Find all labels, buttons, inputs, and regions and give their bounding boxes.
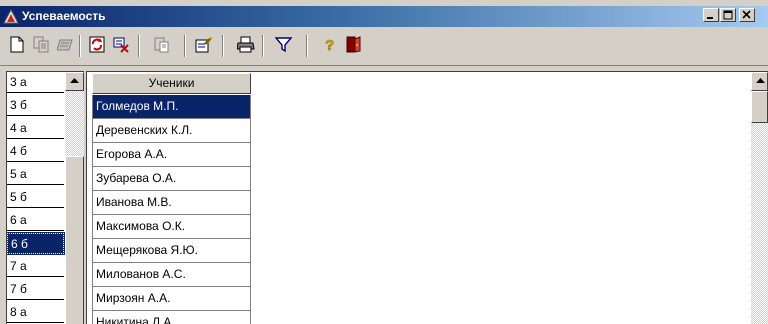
grid-scrollbar[interactable] [751,72,768,324]
toolbar-separator [222,35,224,57]
class-list-item[interactable]: 3 б [7,95,64,116]
filter-icon [275,37,293,53]
class-list-item[interactable]: 8 а [7,302,64,323]
student-row[interactable]: Деревенских К.Л. [92,119,251,143]
student-row[interactable]: Зубарева О.А. [92,167,251,191]
delete-record-icon [113,37,129,53]
student-row[interactable]: Максимова О.К. [92,215,251,239]
exit-door-icon [346,36,361,53]
close-button[interactable] [739,8,755,22]
class-list-item[interactable]: 3 а [7,72,64,93]
toolbar-separator [138,35,140,57]
student-row[interactable]: Иванова М.В. [92,191,251,215]
arrow-up-icon [70,78,79,83]
toolbar-separator [79,35,81,57]
column-header-students[interactable]: Ученики [92,73,251,94]
grid-scroll-up-button[interactable] [751,72,768,91]
grid-scroll-thumb[interactable] [751,91,768,123]
toolbar: ? [0,27,768,66]
class-list-item[interactable]: 7 а [7,256,64,277]
class-list-item[interactable]: 4 а [7,118,64,139]
print-button[interactable] [234,34,258,56]
class-list[interactable]: 3 а3 б4 а4 б5 а5 б6 а6 б7 а7 б8 а [6,71,84,324]
minimize-button[interactable] [703,8,719,22]
class-list-item[interactable]: 5 б [7,187,64,208]
exit-button[interactable] [342,34,366,56]
new-button[interactable] [6,34,30,56]
copy-button[interactable] [30,34,54,56]
app-icon [3,8,19,24]
student-row[interactable]: Мирзоян А.А. [92,287,251,311]
toolbar-separator [306,35,308,57]
copy-pages-icon [33,36,49,53]
new-document-icon [10,36,24,53]
student-row[interactable]: Голмедов М.П. [92,95,251,119]
maximize-button[interactable] [720,8,736,22]
close-icon [742,10,751,19]
scroll-thumb[interactable] [65,156,84,324]
edit-form-icon [195,36,213,53]
maximize-icon [723,10,733,20]
help-button[interactable]: ? [318,34,342,56]
printer-icon [237,36,255,53]
student-row[interactable]: Мещерякова Я.Ю. [92,239,251,263]
student-row[interactable]: Никитина Л.А. [92,311,251,324]
refresh-button[interactable] [86,34,110,56]
svg-text:?: ? [325,37,334,53]
filter-button[interactable] [272,34,296,56]
delete-button[interactable] [110,34,134,56]
edit-button[interactable] [54,34,78,56]
class-list-item[interactable]: 4 б [7,141,64,162]
toolbar-separator [262,35,264,57]
class-list-scrollbar[interactable] [65,72,84,324]
class-list-item[interactable]: 7 б [7,279,64,300]
paste-button[interactable] [150,34,174,56]
class-list-item[interactable]: 6 б [7,232,65,255]
students-grid: Ученики Голмедов М.П. Деревенских К.Л. Его… [86,71,768,324]
scroll-up-button[interactable] [65,72,84,91]
student-row[interactable]: Егорова А.А. [92,143,251,167]
student-row[interactable]: Милованов А.С. [92,263,251,287]
edit-form-button[interactable] [192,34,216,56]
window-title: Успеваемость [22,9,106,23]
help-icon: ? [325,37,335,53]
main-window: Успеваемость ? 3 а 3 б 4 а 4 б 5 а 5 б 6… [0,0,768,324]
minimize-icon [707,17,713,19]
refresh-icon [89,36,105,53]
class-list-item[interactable]: 6 а [7,210,64,231]
paste-icon [154,37,169,53]
toolbar-separator [184,35,186,57]
class-list-item[interactable]: 5 а [7,164,64,185]
arrow-up-icon [756,78,765,83]
title-bar[interactable]: Успеваемость [0,6,768,27]
edit-record-icon [57,39,73,51]
